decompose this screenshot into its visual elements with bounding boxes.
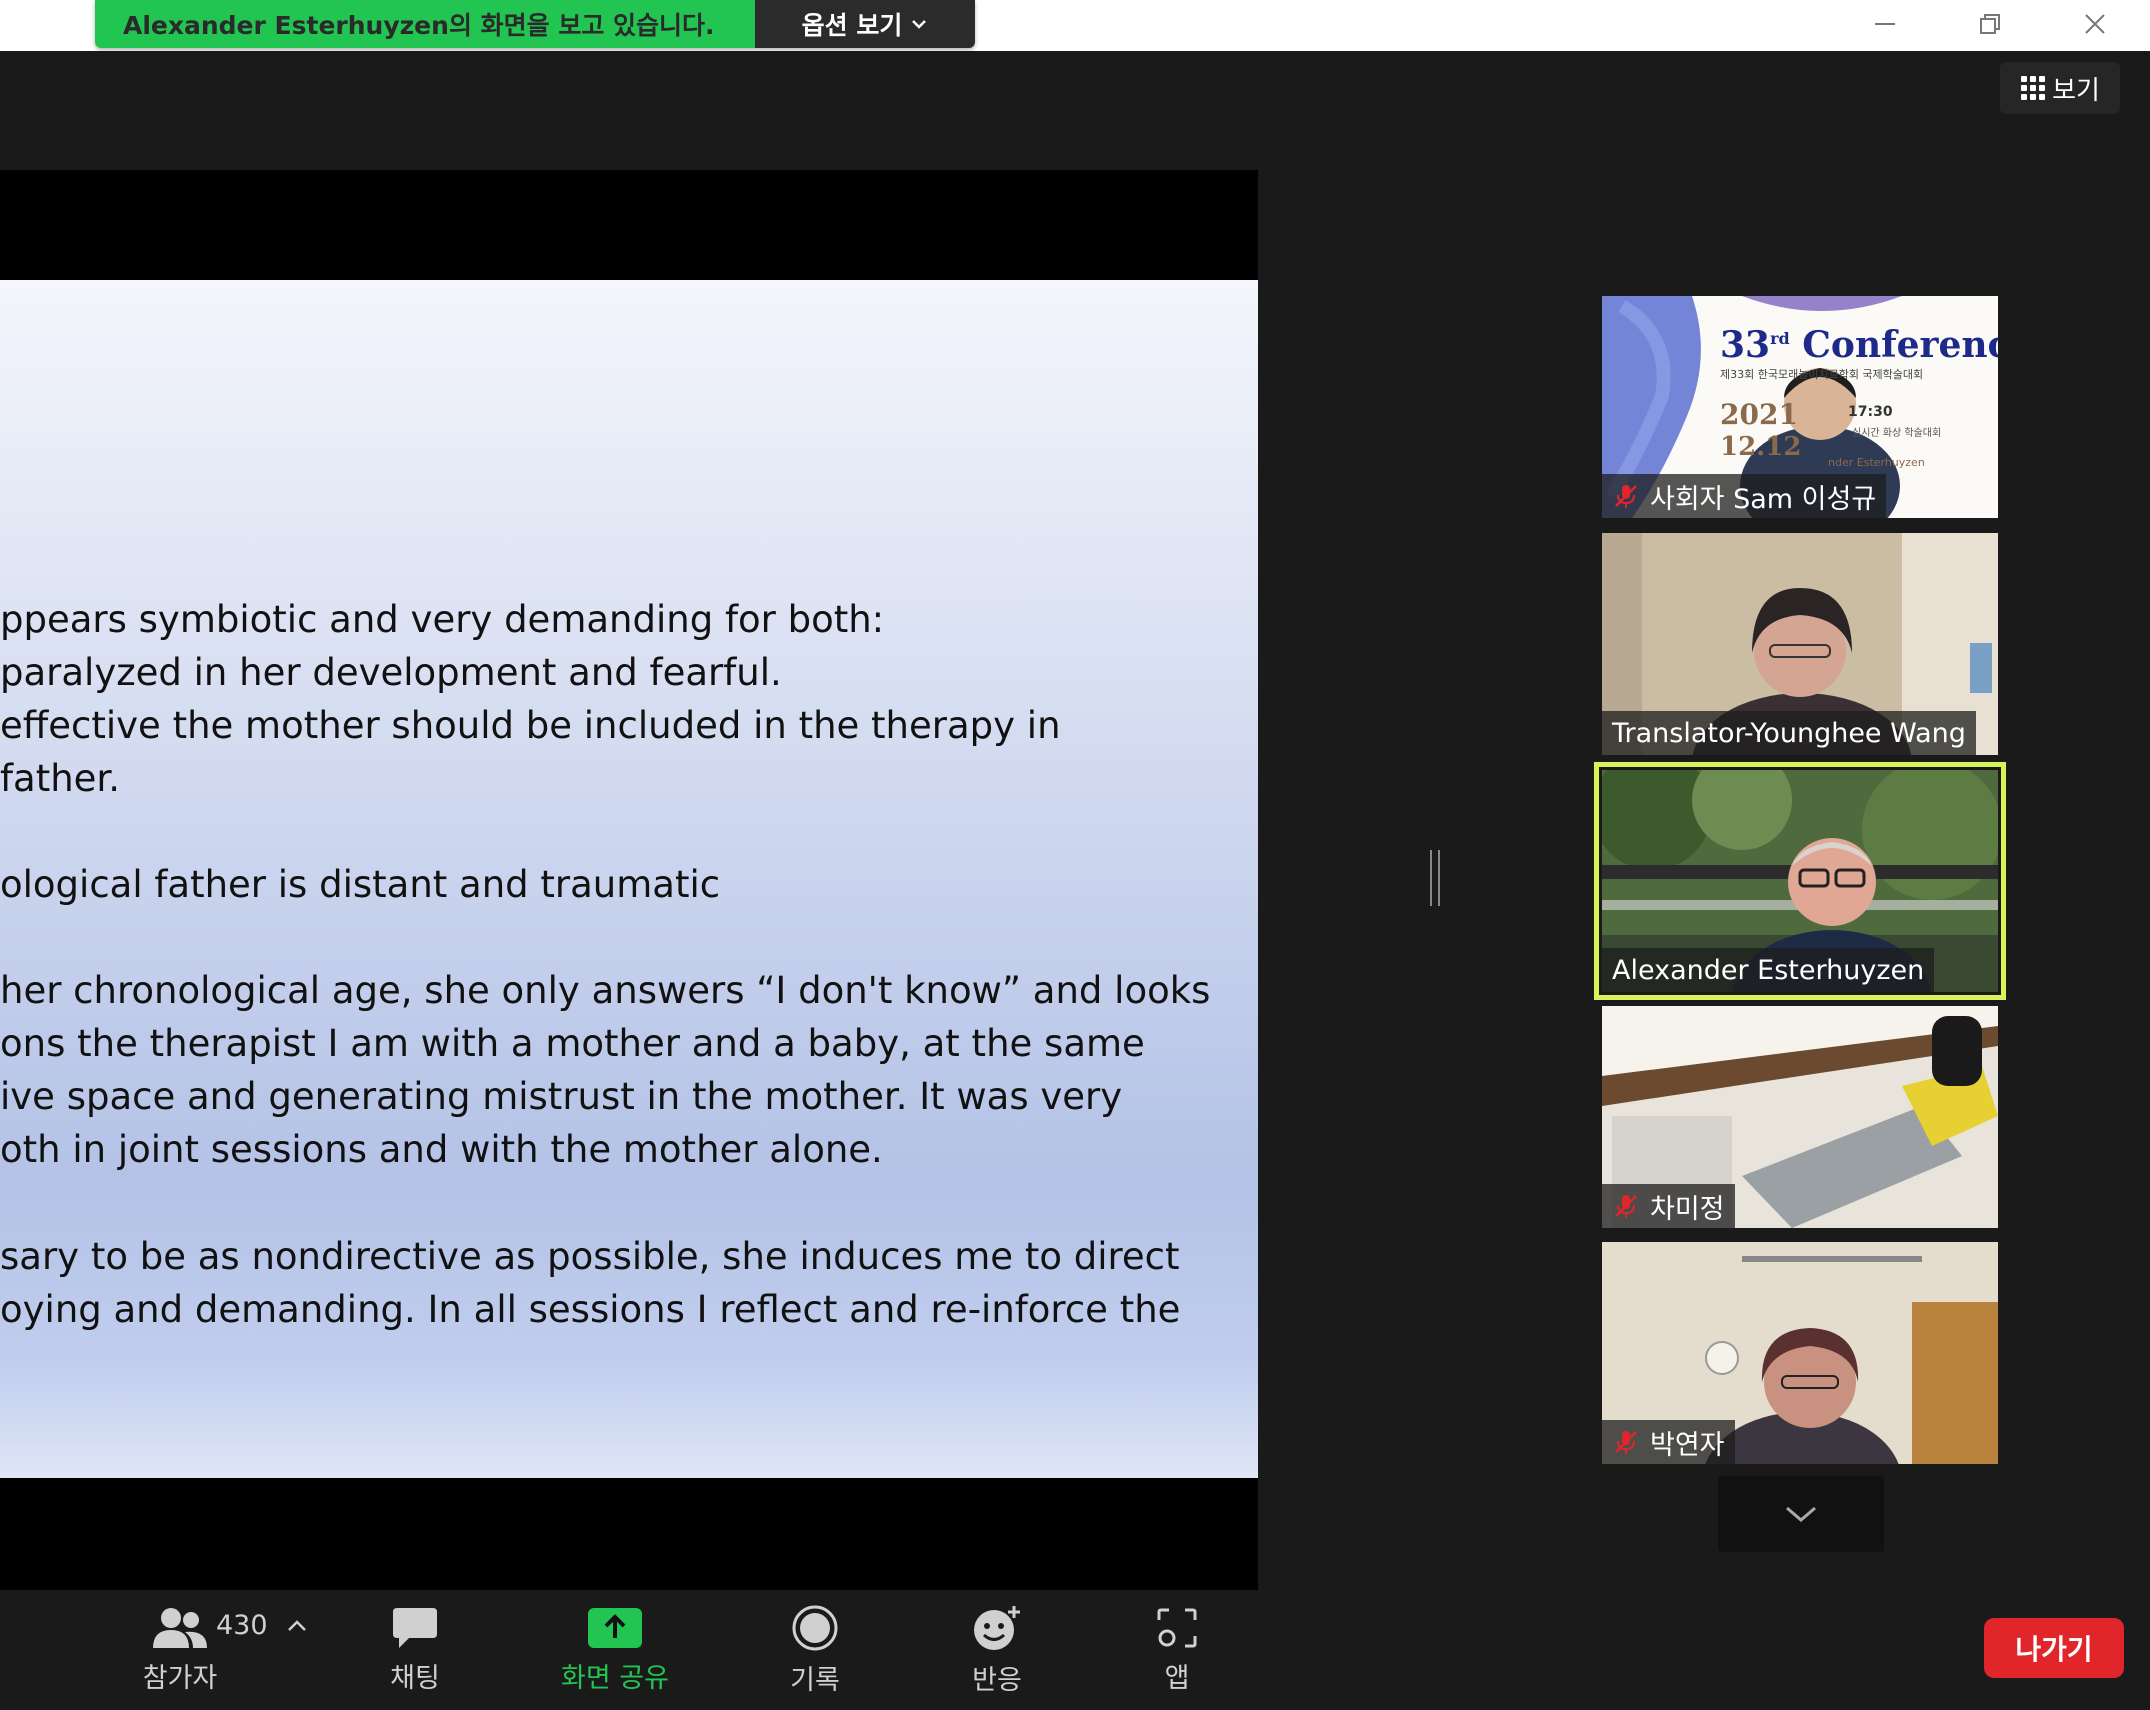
- sharing-status-text: Alexander Esterhuyzen의 화면을 보고 있습니다.: [95, 0, 755, 48]
- chevron-up-icon[interactable]: [286, 1618, 308, 1634]
- view-options-button[interactable]: 옵션 보기: [755, 0, 975, 48]
- share-screen-icon: [588, 1607, 642, 1648]
- chevron-down-icon: [1786, 1506, 1816, 1522]
- participant-video-tile[interactable]: 박연자: [1602, 1242, 1998, 1464]
- participant-name-label: 차미정: [1602, 1184, 1735, 1228]
- poster-subtitle: 제33회 한국모래놀이치료학회 국제학술대회: [1720, 368, 1924, 381]
- gallery-scroll-down-button[interactable]: [1718, 1476, 1884, 1552]
- poster-session: 실시간 화상 학술대회: [1852, 428, 1942, 439]
- participants-label: 참가자: [142, 1662, 218, 1694]
- reactions-button[interactable]: 반응: [947, 1590, 1047, 1710]
- participant-name: 사회자 Sam 이성규: [1650, 483, 1877, 515]
- meeting-toolbar: 참가자 430 채팅 화면 공유 기록 반응 앱: [0, 1590, 1258, 1710]
- chat-label: 채팅: [390, 1662, 440, 1694]
- participants-count: 430: [216, 1610, 268, 1641]
- slide-text-line: sary to be as nondirective as possible, …: [0, 1235, 1180, 1278]
- leave-meeting-button[interactable]: 나가기: [1984, 1618, 2124, 1678]
- record-button[interactable]: 기록: [765, 1590, 865, 1710]
- participant-name-label: 사회자 Sam 이성규: [1602, 474, 1887, 518]
- grid-icon: [2021, 76, 2046, 100]
- minimize-button[interactable]: [1835, 0, 1935, 48]
- slide-text-line: ive space and generating mistrust in the…: [0, 1075, 1123, 1118]
- slide-text-line: ons the therapist I am with a mother and…: [0, 1022, 1145, 1065]
- record-icon: [792, 1605, 838, 1650]
- chat-button[interactable]: 채팅: [365, 1590, 465, 1710]
- view-label: 보기: [2052, 75, 2100, 106]
- minimize-icon: [1875, 23, 1895, 25]
- presentation-slide: ppears symbiotic and very demanding for …: [0, 280, 1258, 1478]
- slide-text-line: ppears symbiotic and very demanding for …: [0, 598, 885, 641]
- record-label: 기록: [790, 1664, 840, 1696]
- participant-name: 박연자: [1650, 1429, 1725, 1461]
- mic-muted-icon: [1615, 485, 1637, 508]
- slide-text-line: ological father is distant and traumatic: [0, 863, 721, 906]
- slide-text-line: father.: [0, 757, 120, 800]
- close-icon: [2085, 14, 2105, 34]
- slide-text-line: oying and demanding. In all sessions I r…: [0, 1288, 1181, 1331]
- participant-name-label: 박연자: [1602, 1420, 1735, 1464]
- share-screen-button[interactable]: 화면 공유: [545, 1590, 685, 1710]
- mic-muted-icon: [1615, 1195, 1637, 1218]
- participant-name: Alexander Esterhuyzen: [1612, 954, 1925, 986]
- restore-button[interactable]: [1940, 0, 2040, 48]
- slide-text-line: oth in joint sessions and with the mothe…: [0, 1128, 883, 1171]
- participants-button[interactable]: 참가자: [130, 1590, 230, 1710]
- gallery-view-button[interactable]: 보기: [2000, 62, 2120, 114]
- participant-name: 차미정: [1650, 1193, 1725, 1225]
- smiley-add-icon: [974, 1605, 1020, 1650]
- screen-share-banner: Alexander Esterhuyzen의 화면을 보고 있습니다. 옵션 보…: [95, 0, 975, 48]
- participants-icon: [153, 1607, 207, 1648]
- apps-icon: [1157, 1608, 1197, 1647]
- view-options-label: 옵션 보기: [801, 11, 903, 40]
- poster-year: 2021: [1720, 398, 1798, 431]
- chevron-down-icon: [912, 20, 927, 29]
- poster-time: 17:30: [1848, 404, 1893, 420]
- poster-date: 12.12: [1720, 432, 1802, 462]
- panel-splitter-handle[interactable]: [1430, 850, 1440, 906]
- participant-video-tile[interactable]: Translator-Younghee Wang: [1602, 533, 1998, 755]
- slide-text-line: her chronological age, she only answers …: [0, 969, 1211, 1012]
- participant-video-tile[interactable]: Alexander Esterhuyzen: [1602, 770, 1998, 992]
- close-button[interactable]: [2045, 0, 2145, 48]
- shared-screen: ppears symbiotic and very demanding for …: [0, 170, 1258, 1590]
- poster-title: 33rd Conference: [1720, 324, 1998, 366]
- reactions-label: 반응: [972, 1664, 1022, 1696]
- share-screen-label: 화면 공유: [561, 1662, 669, 1694]
- restore-icon: [1980, 14, 2000, 34]
- mic-muted-icon: [1615, 1431, 1637, 1454]
- slide-text-line: effective the mother should be included …: [0, 704, 1061, 747]
- participant-name-label: Translator-Younghee Wang: [1602, 711, 1976, 755]
- apps-label: 앱: [1164, 1662, 1190, 1694]
- slide-text-line: paralyzed in her development and fearful…: [0, 651, 782, 694]
- chat-bubble-icon: [393, 1607, 437, 1648]
- participant-name: Translator-Younghee Wang: [1612, 717, 1966, 749]
- poster-speaker: nder Esterhuyzen: [1828, 456, 1925, 469]
- participant-name-label: Alexander Esterhuyzen: [1602, 948, 1935, 992]
- apps-button[interactable]: 앱: [1127, 1590, 1227, 1710]
- window-titlebar: Alexander Esterhuyzen의 화면을 보고 있습니다. 옵션 보…: [0, 0, 2150, 51]
- participant-video-tile[interactable]: 차미정: [1602, 1006, 1998, 1228]
- participant-video-tile[interactable]: 33rd Conference 제33회 한국모래놀이치료학회 국제학술대회 2…: [1602, 296, 1998, 518]
